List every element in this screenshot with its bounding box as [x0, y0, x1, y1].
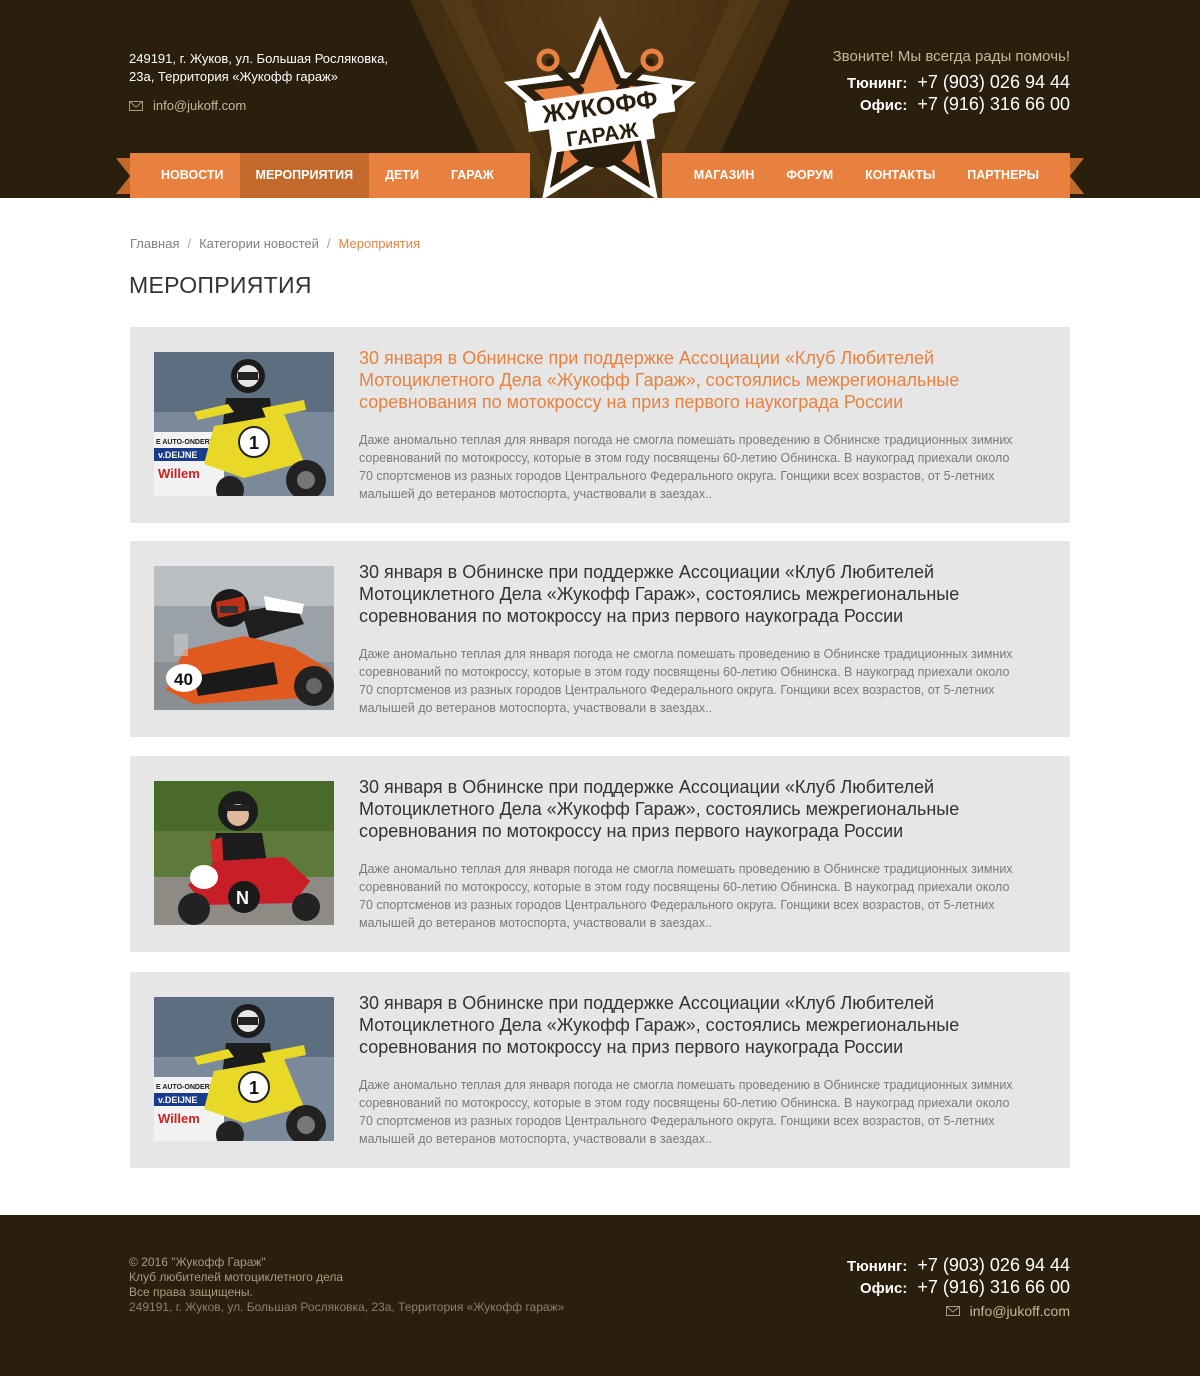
- footer-info: © 2016 "Жукофф Гараж" Клуб любителей мот…: [129, 1255, 564, 1315]
- article-image[interactable]: E AUTO-ONDERDELEN v.DEIJNE Willem 1: [154, 997, 334, 1141]
- page-title: МЕРОПРИЯТИЯ: [129, 272, 312, 298]
- phone-number[interactable]: +7 (916) 316 66 00: [917, 1277, 1070, 1298]
- phone-number[interactable]: +7 (903) 026 94 44: [917, 72, 1070, 93]
- article-excerpt: Даже аномально теплая для января погода …: [359, 647, 1013, 715]
- article-photo-red-minibike: 40: [154, 566, 334, 710]
- nav-item-events[interactable]: МЕРОПРИЯТИЯ: [239, 153, 370, 198]
- article-image[interactable]: 40: [154, 566, 334, 710]
- bike-number: 40: [174, 670, 193, 689]
- article-excerpt: Даже аномально теплая для января погода …: [359, 862, 1013, 930]
- article-image[interactable]: N: [154, 781, 334, 925]
- bike-number: 1: [249, 1078, 259, 1098]
- bike-number: 1: [249, 433, 259, 453]
- main-nav-left: НОВОСТИ МЕРОПРИЯТИЯ ДЕТИ ГАРАЖ: [130, 153, 530, 198]
- nav-item-forum[interactable]: ФОРУМ: [770, 153, 849, 198]
- site-footer: © 2016 "Жукофф Гараж" Клуб любителей мот…: [0, 1215, 1200, 1376]
- phone-tuning: Тюнинг: +7 (903) 026 94 44: [847, 72, 1070, 93]
- footer-copyright: © 2016 "Жукофф Гараж": [129, 1255, 266, 1269]
- article-title[interactable]: 30 января в Обнинске при поддержке Ассоц…: [359, 992, 1019, 1058]
- article-excerpt: Даже аномально теплая для января погода …: [359, 1078, 1013, 1146]
- header-address: 249191, г. Жуков, ул. Большая Росляковка…: [129, 50, 388, 86]
- article-excerpt: Даже аномально теплая для января погода …: [359, 433, 1013, 501]
- bike-logo-text: N: [236, 888, 249, 908]
- breadcrumb: Главная / Категории новостей / Мероприят…: [130, 236, 420, 251]
- breadcrumb-category[interactable]: Категории новостей: [199, 236, 319, 251]
- envelope-icon: [129, 100, 143, 111]
- article-card: N 30 января в Обнинске при поддержке Асс…: [130, 756, 1070, 952]
- article-card: 40 30 января в Обнинске при поддержке Ас…: [130, 541, 1070, 737]
- article-title[interactable]: 30 января в Обнинске при поддержке Ассоц…: [359, 347, 1019, 413]
- article-card: E AUTO-ONDERDELEN v.DEIJNE Willem 1 30 я…: [130, 327, 1070, 523]
- footer-email[interactable]: info@jukoff.com: [945, 1303, 1070, 1319]
- phone-number[interactable]: +7 (916) 316 66 00: [917, 94, 1070, 115]
- breadcrumb-separator: /: [326, 236, 331, 251]
- article-photo-yellow-motocross: E AUTO-ONDERDELEN v.DEIJNE Willem 1: [154, 352, 334, 496]
- article-photo-child-minibike: N: [154, 781, 334, 925]
- header-email[interactable]: info@jukoff.com: [129, 98, 246, 113]
- phone-label: Тюнинг:: [847, 75, 908, 92]
- call-slogan: Звоните! Мы всегда рады помочь!: [832, 48, 1070, 65]
- footer-club: Клуб любителей мотоциклетного дела: [129, 1270, 344, 1284]
- banner-text: Willem: [158, 466, 200, 481]
- banner-text: v.DEIJNE: [158, 450, 197, 460]
- email-link[interactable]: info@jukoff.com: [970, 1303, 1070, 1319]
- nav-item-partners[interactable]: ПАРТНЕРЫ: [951, 153, 1070, 198]
- article-title[interactable]: 30 января в Обнинске при поддержке Ассоц…: [359, 776, 1019, 842]
- phone-label: Тюнинг:: [847, 1258, 908, 1275]
- phone-number[interactable]: +7 (903) 026 94 44: [917, 1255, 1070, 1276]
- site-logo[interactable]: ЖУКОФФ ГАРАЖ: [498, 12, 702, 206]
- article-image[interactable]: E AUTO-ONDERDELEN v.DEIJNE Willem 1: [154, 352, 334, 496]
- phone-label: Офис:: [860, 97, 908, 114]
- article-card: E AUTO-ONDERDELEN v.DEIJNE Willem 1 30 я…: [130, 972, 1070, 1168]
- article-photo-yellow-motocross: E AUTO-ONDERDELEN v.DEIJNE Willem 1: [154, 997, 334, 1141]
- breadcrumb-separator: /: [187, 236, 192, 251]
- breadcrumb-home[interactable]: Главная: [130, 236, 179, 251]
- phone-office: Офис: +7 (916) 316 66 00: [860, 94, 1070, 115]
- nav-item-kids[interactable]: ДЕТИ: [369, 153, 435, 198]
- banner-text: v.DEIJNE: [158, 1095, 197, 1105]
- article-title[interactable]: 30 января в Обнинске при поддержке Ассоц…: [359, 561, 1019, 627]
- footer-rights: Все права защищены.: [129, 1285, 253, 1299]
- footer-phone-tuning: Тюнинг: +7 (903) 026 94 44: [847, 1255, 1070, 1276]
- address-line-1: 249191, г. Жуков, ул. Большая Росляковка…: [129, 51, 388, 66]
- phone-label: Офис:: [860, 1280, 908, 1297]
- nav-item-contacts[interactable]: КОНТАКТЫ: [849, 153, 951, 198]
- breadcrumb-current: Мероприятия: [338, 236, 421, 251]
- nav-ribbon-right: [1070, 158, 1084, 194]
- nav-item-news[interactable]: НОВОСТИ: [130, 153, 240, 198]
- nav-ribbon-left: [116, 158, 130, 194]
- email-link[interactable]: info@jukoff.com: [153, 98, 246, 113]
- envelope-icon: [945, 1306, 960, 1316]
- footer-address: 249191, г. Жуков, ул. Большая Росляковка…: [129, 1300, 565, 1314]
- main-nav-right: МАГАЗИН ФОРУМ КОНТАКТЫ ПАРТНЕРЫ: [662, 153, 1070, 198]
- banner-text: Willem: [158, 1111, 200, 1126]
- address-line-2: 23а, Территория «Жукофф гараж»: [129, 69, 338, 84]
- footer-phone-office: Офис: +7 (916) 316 66 00: [860, 1277, 1070, 1298]
